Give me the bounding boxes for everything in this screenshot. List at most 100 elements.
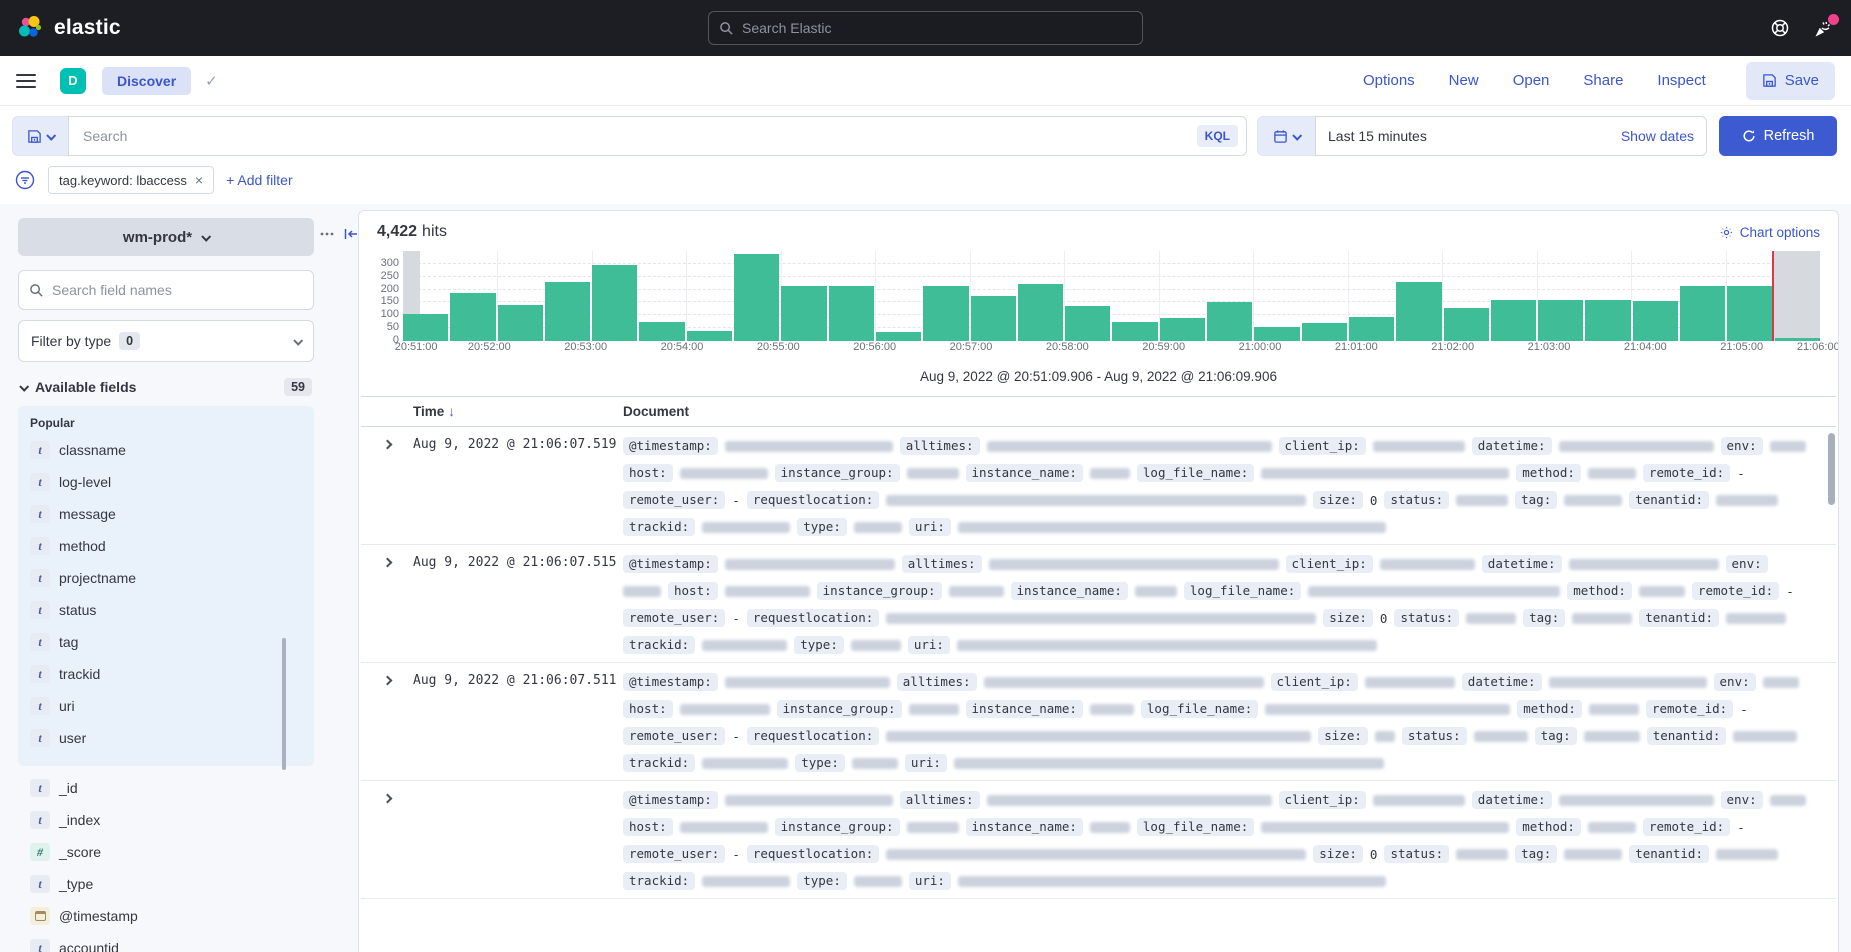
- doc-field-key[interactable]: client_ip:: [1271, 673, 1358, 691]
- histogram-bar[interactable]: [734, 254, 779, 341]
- options-button[interactable]: Options: [1363, 72, 1415, 89]
- field-item-_score[interactable]: #_score: [26, 836, 306, 868]
- doc-field-key[interactable]: host:: [623, 818, 673, 836]
- doc-field-key[interactable]: alltimes:: [897, 673, 977, 691]
- histogram-bar[interactable]: [1018, 284, 1063, 341]
- doc-field-key[interactable]: host:: [668, 582, 718, 600]
- doc-field-key[interactable]: alltimes:: [902, 555, 982, 573]
- histogram-bar[interactable]: [639, 322, 684, 341]
- doc-field-key[interactable]: @timestamp:: [623, 791, 718, 809]
- doc-field-key[interactable]: log_file_name:: [1137, 818, 1254, 836]
- doc-field-key[interactable]: trackid:: [623, 518, 695, 536]
- doc-field-key[interactable]: requestlocation:: [747, 609, 879, 627]
- field-search-input[interactable]: Search field names: [18, 270, 314, 310]
- doc-field-key[interactable]: instance_group:: [777, 700, 902, 718]
- doc-field-key[interactable]: tenantid:: [1639, 609, 1719, 627]
- share-button[interactable]: Share: [1583, 72, 1623, 89]
- results-scrollbar[interactable]: [1828, 433, 1835, 505]
- field-item-log-level[interactable]: tlog-level: [26, 466, 306, 498]
- doc-field-key[interactable]: instance_name:: [966, 700, 1083, 718]
- field-item-trackid[interactable]: ttrackid: [26, 658, 306, 690]
- doc-field-key[interactable]: tenantid:: [1629, 491, 1709, 509]
- histogram-bar[interactable]: [923, 286, 968, 341]
- histogram-bar[interactable]: [1396, 282, 1441, 341]
- doc-field-key[interactable]: env:: [1714, 673, 1756, 691]
- remove-filter-icon[interactable]: ×: [195, 172, 203, 188]
- space-avatar[interactable]: D: [60, 68, 86, 94]
- doc-field-key[interactable]: method:: [1517, 700, 1582, 718]
- doc-field-key[interactable]: datetime:: [1472, 791, 1552, 809]
- doc-field-key[interactable]: client_ip:: [1279, 437, 1366, 455]
- histogram-plot[interactable]: [403, 251, 1820, 341]
- doc-field-key[interactable]: size:: [1313, 845, 1363, 863]
- doc-field-key[interactable]: instance_name:: [966, 818, 1083, 836]
- time-range-control[interactable]: Last 15 minutes Show dates: [1315, 116, 1707, 156]
- histogram-bar[interactable]: [1775, 338, 1820, 341]
- doc-field-key[interactable]: host:: [623, 464, 673, 482]
- histogram-bar[interactable]: [971, 296, 1016, 341]
- histogram-bar[interactable]: [498, 305, 543, 341]
- doc-field-key[interactable]: uri:: [909, 872, 951, 890]
- doc-field-key[interactable]: tenantid:: [1629, 845, 1709, 863]
- doc-field-key[interactable]: status:: [1402, 727, 1467, 745]
- doc-field-key[interactable]: client_ip:: [1286, 555, 1373, 573]
- filter-pill[interactable]: tag.keyword: lbaccess ×: [48, 166, 214, 194]
- filter-menu-icon[interactable]: [14, 169, 36, 191]
- doc-field-key[interactable]: method:: [1567, 582, 1632, 600]
- field-item-_type[interactable]: t_type: [26, 868, 306, 900]
- doc-field-key[interactable]: host:: [623, 700, 673, 718]
- field-item-tag[interactable]: ttag: [26, 626, 306, 658]
- available-fields-header[interactable]: Available fields 59: [18, 378, 314, 396]
- histogram-bar[interactable]: [1349, 317, 1394, 341]
- expand-row-icon[interactable]: [382, 794, 392, 804]
- histogram-bar[interactable]: [545, 282, 590, 341]
- histogram-bar[interactable]: [687, 331, 732, 341]
- doc-field-key[interactable]: tag:: [1515, 845, 1557, 863]
- show-dates-button[interactable]: Show dates: [1621, 128, 1694, 144]
- doc-field-key[interactable]: remote_user:: [623, 845, 725, 863]
- doc-field-key[interactable]: log_file_name:: [1184, 582, 1301, 600]
- histogram-bar[interactable]: [1538, 300, 1583, 341]
- view-mode-icon[interactable]: [319, 226, 335, 242]
- field-item-accountid[interactable]: taccountid: [26, 932, 306, 952]
- doc-field-key[interactable]: type:: [794, 636, 844, 654]
- doc-field-key[interactable]: datetime:: [1462, 673, 1542, 691]
- doc-field-key[interactable]: remote_user:: [623, 609, 725, 627]
- time-range-value[interactable]: Last 15 minutes: [1328, 128, 1427, 144]
- global-search-input[interactable]: Search Elastic: [708, 11, 1143, 45]
- saved-query-menu-button[interactable]: [12, 116, 68, 156]
- field-item-classname[interactable]: tclassname: [26, 434, 306, 466]
- doc-field-key[interactable]: alltimes:: [900, 437, 980, 455]
- date-picker-menu-button[interactable]: [1257, 116, 1315, 156]
- doc-field-key[interactable]: status:: [1384, 491, 1449, 509]
- doc-field-key[interactable]: method:: [1516, 818, 1581, 836]
- field-item-_id[interactable]: t_id: [26, 772, 306, 804]
- histogram-bar[interactable]: [1112, 322, 1157, 341]
- chart-options-button[interactable]: Chart options: [1719, 225, 1820, 240]
- doc-field-key[interactable]: tag:: [1535, 727, 1577, 745]
- histogram-bar[interactable]: [592, 265, 637, 341]
- inspect-button[interactable]: Inspect: [1657, 72, 1705, 89]
- index-pattern-switcher[interactable]: wm-prod*: [18, 218, 314, 256]
- doc-field-key[interactable]: remote_id:: [1646, 700, 1733, 718]
- field-item-uri[interactable]: turi: [26, 690, 306, 722]
- histogram-bar[interactable]: [876, 332, 921, 341]
- doc-field-key[interactable]: trackid:: [623, 872, 695, 890]
- news-feed-icon[interactable]: [1813, 17, 1835, 39]
- histogram-bar[interactable]: [1444, 308, 1489, 341]
- doc-field-key[interactable]: instance_group:: [775, 818, 900, 836]
- menu-icon[interactable]: [16, 74, 36, 88]
- time-column-header[interactable]: Time↓: [361, 404, 623, 419]
- field-item-@timestamp[interactable]: @timestamp: [26, 900, 306, 932]
- refresh-button[interactable]: Refresh: [1719, 116, 1837, 156]
- doc-field-key[interactable]: env:: [1721, 437, 1763, 455]
- doc-field-key[interactable]: size:: [1323, 609, 1373, 627]
- doc-field-key[interactable]: type:: [797, 518, 847, 536]
- expand-row-icon[interactable]: [382, 440, 392, 450]
- doc-field-key[interactable]: env:: [1726, 555, 1768, 573]
- histogram-bar[interactable]: [1160, 318, 1205, 341]
- doc-field-key[interactable]: uri:: [909, 518, 951, 536]
- histogram-bar[interactable]: [781, 286, 826, 341]
- doc-field-key[interactable]: size:: [1318, 727, 1368, 745]
- doc-field-key[interactable]: uri:: [905, 754, 947, 772]
